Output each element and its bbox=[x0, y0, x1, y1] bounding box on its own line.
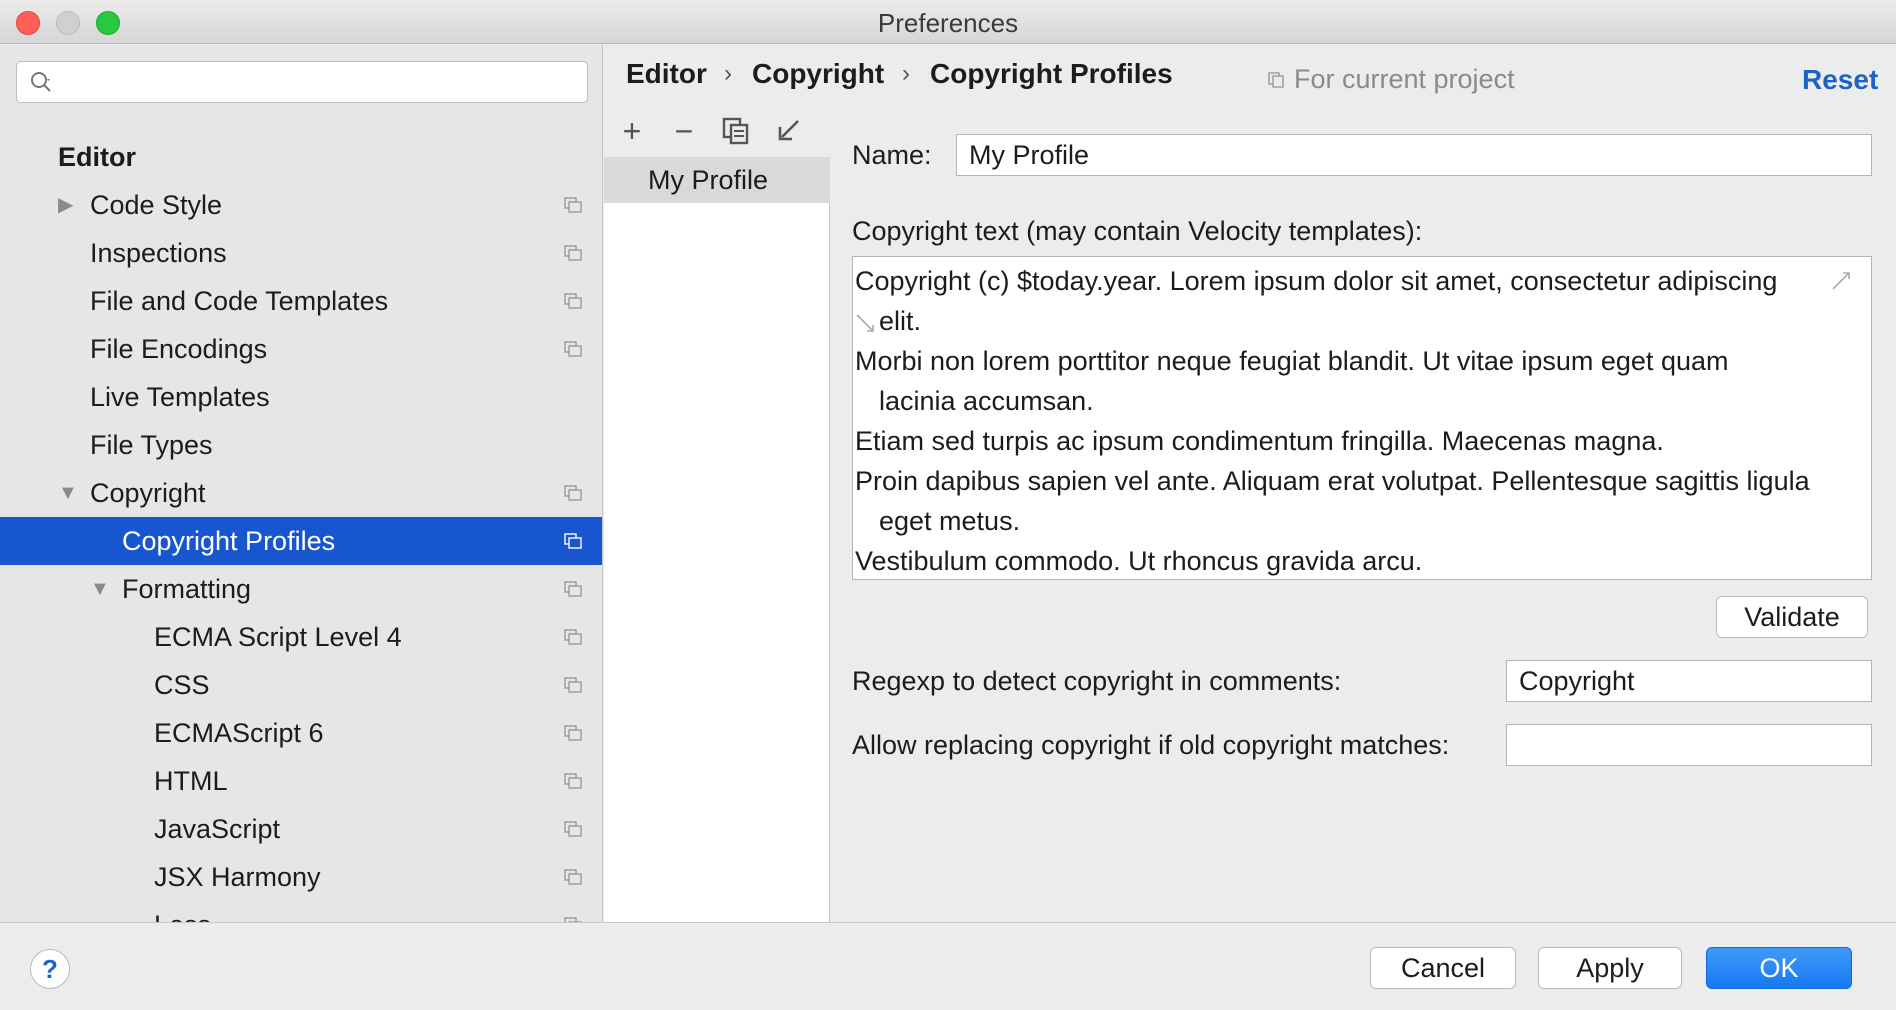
sidebar-item-label: Less bbox=[154, 901, 211, 922]
project-scope-icon bbox=[564, 629, 582, 645]
sidebar-item-label: Live Templates bbox=[90, 382, 270, 412]
import-icon bbox=[778, 120, 799, 141]
sidebar-item-label: Formatting bbox=[122, 574, 252, 604]
project-scope-icon bbox=[564, 197, 582, 213]
apply-button[interactable]: Apply bbox=[1538, 947, 1682, 989]
project-scope-icon bbox=[564, 533, 582, 549]
replace-label: Allow replacing copyright if old copyrig… bbox=[852, 730, 1450, 760]
project-scope-icon bbox=[564, 485, 582, 501]
sidebar-item[interactable]: ECMAScript 6 bbox=[0, 709, 602, 757]
dialog-footer: ? Cancel Apply OK bbox=[0, 922, 1896, 1010]
sidebar-item-label: File and Code Templates bbox=[90, 286, 389, 316]
chevron-right-icon[interactable]: ▶ bbox=[58, 181, 73, 229]
title-bar: Preferences bbox=[0, 0, 1896, 44]
sidebar-item-label: Copyright Profiles bbox=[122, 526, 336, 556]
breadcrumb-editor: Editor bbox=[626, 58, 707, 89]
breadcrumb-separator: › bbox=[724, 60, 732, 87]
sidebar-item[interactable]: Inspections bbox=[0, 229, 602, 277]
scope-label: For current project bbox=[1294, 64, 1515, 94]
expand-icon[interactable] bbox=[1829, 269, 1853, 293]
regexp-input[interactable]: Copyright bbox=[1506, 660, 1872, 702]
ok-button[interactable]: OK bbox=[1706, 947, 1852, 989]
breadcrumb-separator: › bbox=[902, 60, 910, 87]
chevron-down-icon[interactable]: ▼ bbox=[58, 469, 78, 517]
sidebar-item-label: Inspections bbox=[90, 238, 227, 268]
search-icon bbox=[31, 72, 51, 92]
settings-search-input[interactable] bbox=[16, 61, 588, 103]
project-scope-icon bbox=[564, 581, 582, 597]
cancel-button[interactable]: Cancel bbox=[1370, 947, 1516, 989]
breadcrumb-current: Copyright Profiles bbox=[930, 58, 1173, 89]
copyright-text-line: Morbi non lorem porttitor neque feugiat … bbox=[855, 346, 1729, 376]
copyright-text-line: elit. bbox=[879, 306, 922, 336]
sidebar-item[interactable]: File Types bbox=[0, 421, 602, 469]
sidebar-item[interactable]: File Encodings bbox=[0, 325, 602, 373]
sidebar-item-label: CSS bbox=[154, 670, 210, 700]
chevron-down-icon[interactable]: ▼ bbox=[90, 565, 110, 613]
sidebar-item[interactable]: ▼ Copyright bbox=[0, 469, 602, 517]
sidebar-item[interactable]: Less bbox=[0, 901, 602, 922]
project-scope-icon bbox=[564, 341, 582, 357]
sidebar-item[interactable]: JSX Harmony bbox=[0, 853, 602, 901]
sidebar-item[interactable]: Copyright Profiles bbox=[0, 517, 602, 565]
add-profile-button[interactable]: + bbox=[614, 115, 650, 149]
name-label: Name: bbox=[852, 140, 932, 170]
project-scope-icon bbox=[564, 677, 582, 693]
settings-sidebar: Editor ▶ Code Style Inspections File and Cod… bbox=[0, 45, 603, 922]
sidebar-item-label: File Types bbox=[90, 430, 213, 460]
collapse-icon[interactable] bbox=[853, 311, 877, 335]
reset-link[interactable]: Reset bbox=[1802, 64, 1878, 96]
project-scope-icon bbox=[564, 293, 582, 309]
copyright-text-line: lacinia accumsan. bbox=[879, 386, 1094, 416]
sidebar-item-label: File Encodings bbox=[90, 334, 268, 364]
remove-profile-button[interactable]: − bbox=[666, 115, 702, 149]
profile-item-my-profile[interactable]: My Profile bbox=[604, 157, 830, 203]
sidebar-item-label: Code Style bbox=[90, 190, 223, 220]
sidebar-item[interactable]: HTML bbox=[0, 757, 602, 805]
project-scope-icon bbox=[1268, 72, 1284, 88]
sidebar-item-label: Copyright bbox=[90, 478, 206, 508]
help-button[interactable]: ? bbox=[30, 949, 70, 989]
sidebar-item[interactable]: JavaScript bbox=[0, 805, 602, 853]
copyright-text-line: eget metus. bbox=[879, 506, 1021, 536]
sidebar-item-label: JavaScript bbox=[154, 814, 281, 844]
replace-input[interactable] bbox=[1506, 724, 1872, 766]
copy-icon bbox=[722, 117, 749, 145]
sidebar-item-label: JSX Harmony bbox=[154, 862, 321, 892]
sidebar-item[interactable]: ▼ Formatting bbox=[0, 565, 602, 613]
sidebar-item[interactable]: Editor bbox=[0, 133, 602, 181]
sidebar-item[interactable]: ▶ Code Style bbox=[0, 181, 602, 229]
regexp-label: Regexp to detect copyright in comments: bbox=[852, 666, 1342, 696]
window-title: Preferences bbox=[877, 8, 1019, 38]
sidebar-item-label: ECMAScript 6 bbox=[154, 718, 324, 748]
sidebar-item-label: ECMA Script Level 4 bbox=[154, 622, 402, 652]
project-scope-icon bbox=[564, 821, 582, 837]
profiles-panel: + − My Profile bbox=[604, 45, 830, 922]
profile-name-input[interactable]: My Profile bbox=[956, 134, 1872, 176]
sidebar-item[interactable]: CSS bbox=[0, 661, 602, 709]
copyright-text-line: Etiam sed turpis ac ipsum condimentum fr… bbox=[855, 426, 1664, 456]
import-profile-button[interactable] bbox=[770, 117, 806, 149]
copy-profile-button[interactable] bbox=[718, 117, 754, 149]
project-scope-icon bbox=[564, 869, 582, 885]
breadcrumb-copyright: Copyright bbox=[752, 58, 885, 89]
copyright-text-line: Proin dapibus sapien vel ante. Aliquam e… bbox=[855, 466, 1810, 496]
project-scope-icon bbox=[564, 773, 582, 789]
copyright-text-line: Vestibulum commodo. Ut rhoncus gravida a… bbox=[855, 546, 1423, 576]
sidebar-item-label: Editor bbox=[58, 142, 136, 172]
sidebar-item[interactable]: Live Templates bbox=[0, 373, 602, 421]
copyright-text-label: Copyright text (may contain Velocity tem… bbox=[852, 216, 1423, 246]
project-scope-icon bbox=[564, 725, 582, 741]
sidebar-item[interactable]: File and Code Templates bbox=[0, 277, 602, 325]
project-scope-icon bbox=[564, 245, 582, 261]
copyright-text-line: Copyright (c) $today.year. Lorem ipsum d… bbox=[855, 266, 1778, 296]
validate-button[interactable]: Validate bbox=[1716, 596, 1868, 638]
copyright-text-area[interactable]: Copyright (c) $today.year. Lorem ipsum d… bbox=[852, 256, 1872, 580]
sidebar-item[interactable]: ECMA Script Level 4 bbox=[0, 613, 602, 661]
sidebar-item-label: HTML bbox=[154, 766, 228, 796]
